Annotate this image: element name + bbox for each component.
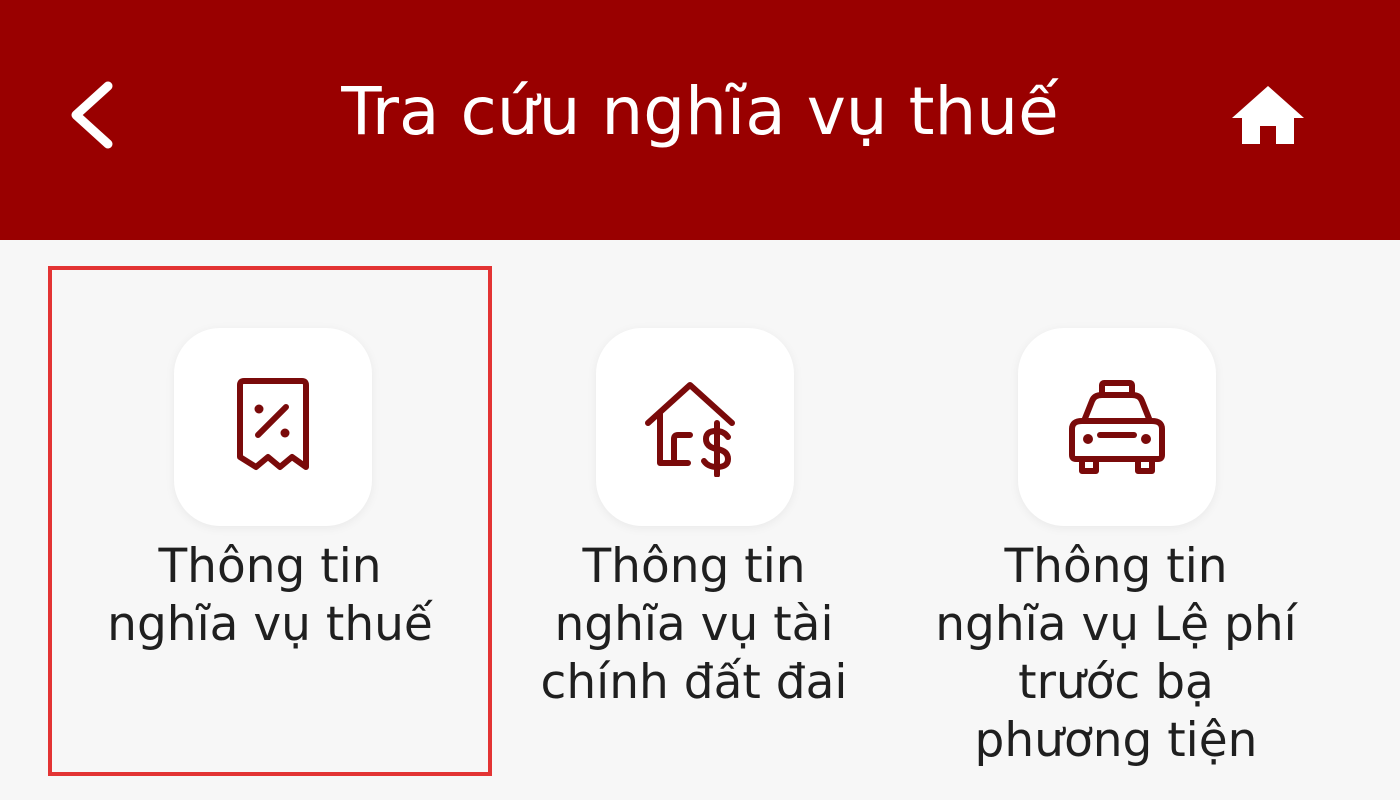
tax-receipt-percent-icon — [237, 378, 309, 470]
page-title: Tra cứu nghĩa vụ thuế — [341, 73, 1059, 150]
home-icon — [1232, 86, 1304, 144]
car-taxi-icon — [1069, 380, 1165, 474]
icon-card — [1018, 328, 1216, 526]
house-dollar-icon — [645, 382, 735, 477]
tile-tax-obligation-info[interactable]: Thông tin nghĩa vụ thuế — [60, 266, 480, 786]
home-button[interactable] — [1228, 80, 1308, 150]
app-header: Tra cứu nghĩa vụ thuế — [0, 0, 1400, 240]
tile-land-financial-obligation[interactable]: Thông tin nghĩa vụ tài chính đất đai — [484, 266, 904, 786]
tile-label: Thông tin nghĩa vụ thuế — [107, 539, 433, 652]
icon-card — [174, 328, 372, 526]
tile-label: Thông tin nghĩa vụ Lệ phí trước bạ phươn… — [935, 539, 1297, 768]
tile-label: Thông tin nghĩa vụ tài chính đất đai — [540, 539, 848, 710]
icon-card — [596, 328, 794, 526]
tile-vehicle-registration-fee[interactable]: Thông tin nghĩa vụ Lệ phí trước bạ phươn… — [906, 266, 1326, 786]
